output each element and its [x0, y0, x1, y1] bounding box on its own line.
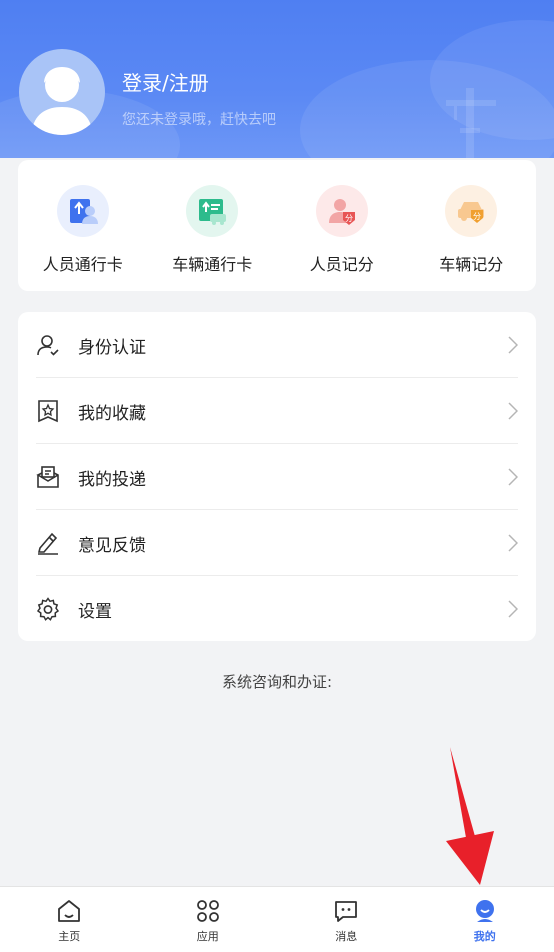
svg-text:分: 分 [473, 212, 481, 221]
menu-item-settings[interactable]: 设置 [18, 576, 536, 642]
apps-icon [196, 900, 219, 922]
quick-action-vehicle-pass[interactable]: 车辆通行卡 [148, 160, 278, 291]
person-pass-icon [56, 185, 109, 237]
tab-label: 我的 [473, 930, 496, 943]
chevron-right-icon [508, 600, 518, 618]
tab-label: 应用 [196, 930, 219, 943]
settings-menu: 身份认证 我的收藏 我的投递 意见反馈 设置 [18, 312, 536, 641]
menu-item-label: 身份认证 [78, 337, 146, 358]
chevron-right-icon [508, 534, 518, 552]
tab-label: 主页 [58, 930, 81, 943]
tab-profile[interactable]: 我的 [416, 887, 554, 952]
chevron-right-icon [508, 402, 518, 420]
pencil-icon [37, 532, 58, 555]
chevron-right-icon [508, 468, 518, 486]
bookmark-star-icon [38, 400, 58, 423]
bottom-tab-bar: 主页 应用 消息 我的 [0, 886, 554, 952]
menu-item-label: 我的收藏 [78, 403, 146, 424]
mailbox-icon [36, 466, 59, 488]
vehicle-score-icon: 分 [445, 185, 498, 237]
message-icon [335, 901, 358, 922]
quick-action-label: 人员记分 [309, 255, 374, 274]
menu-item-deliveries[interactable]: 我的投递 [18, 444, 536, 510]
person-score-icon: 分 [315, 185, 368, 237]
menu-item-label: 意见反馈 [78, 535, 146, 556]
quick-action-person-pass[interactable]: 人员通行卡 [18, 160, 148, 291]
login-hint-text: 您还未登录哦，赶快去吧 [122, 112, 276, 128]
quick-action-person-score[interactable]: 分 人员记分 [277, 160, 407, 291]
crane-decoration-icon [446, 88, 496, 158]
consult-text: 系统咨询和办证: [221, 673, 333, 691]
svg-text:分: 分 [345, 214, 353, 223]
quick-action-label: 车辆通行卡 [172, 255, 253, 274]
menu-item-favorites[interactable]: 我的收藏 [18, 378, 536, 444]
profile-icon [475, 900, 494, 922]
quick-action-label: 人员通行卡 [42, 255, 123, 274]
gear-icon [36, 597, 60, 621]
tab-label: 消息 [335, 930, 358, 943]
menu-item-feedback[interactable]: 意见反馈 [18, 510, 536, 576]
quick-action-label: 车辆记分 [439, 255, 504, 274]
tab-home[interactable]: 主页 [0, 887, 139, 952]
home-icon [58, 900, 81, 922]
vehicle-pass-icon [186, 185, 239, 237]
menu-item-label: 我的投递 [78, 469, 146, 490]
chevron-right-icon [508, 336, 518, 354]
tab-apps[interactable]: 应用 [139, 887, 278, 952]
annotation-arrow-icon [446, 747, 494, 885]
login-register-link[interactable]: 登录/注册 [122, 67, 209, 96]
menu-item-identity[interactable]: 身份认证 [18, 312, 536, 378]
quick-actions-card: 人员通行卡 车辆通行卡 分 人员记分 分 车辆记分 [18, 160, 536, 291]
user-verify-icon [37, 335, 59, 356]
default-avatar-icon [31, 67, 93, 135]
avatar[interactable] [19, 49, 105, 135]
quick-action-vehicle-score[interactable]: 分 车辆记分 [407, 160, 537, 291]
menu-item-label: 设置 [78, 601, 112, 622]
tab-messages[interactable]: 消息 [277, 887, 416, 952]
